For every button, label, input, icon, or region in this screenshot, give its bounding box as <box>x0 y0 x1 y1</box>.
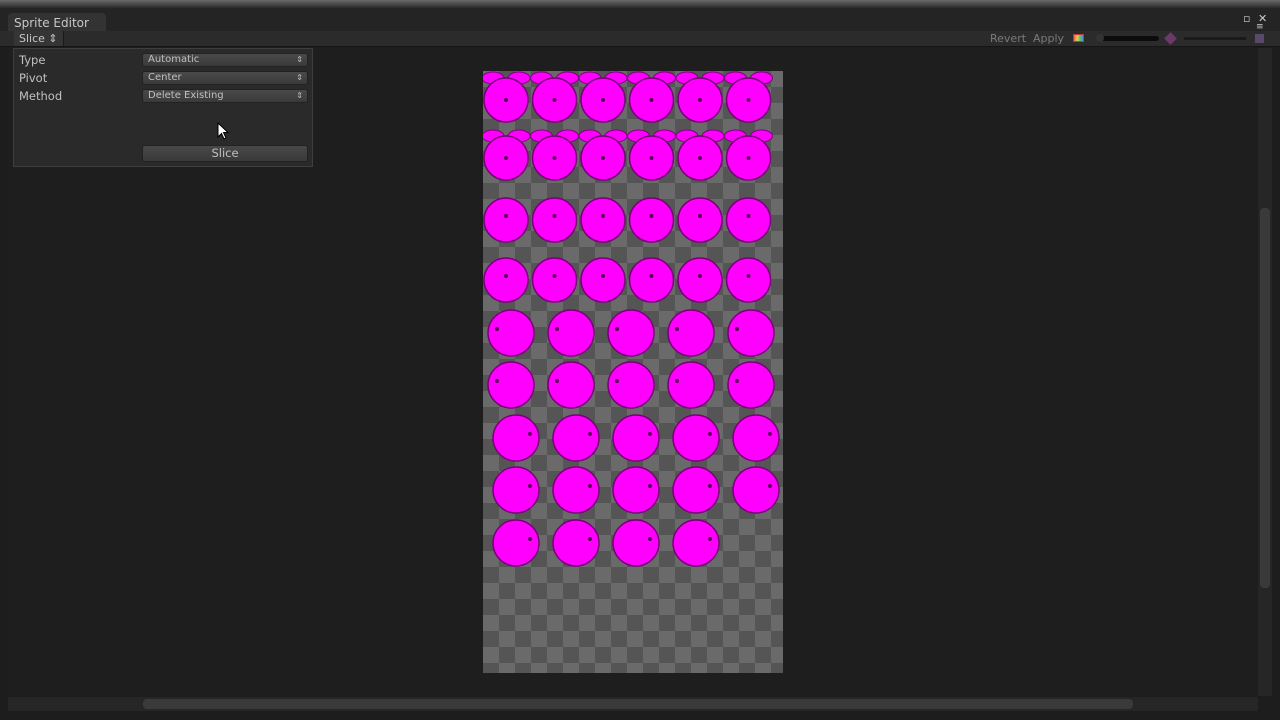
pig-sprite[interactable] <box>552 414 600 462</box>
slice-panel: Type Automatic ⇕ Pivot Center ⇕ Method Del… <box>13 48 313 167</box>
toolbar: Slice ⇕ Revert Apply <box>0 31 1280 47</box>
tab-sprite-editor[interactable]: Sprite Editor <box>8 13 106 33</box>
pig-sprite[interactable] <box>483 257 529 303</box>
apply-button[interactable]: Apply <box>1033 32 1064 45</box>
zoom-slider[interactable] <box>1096 34 1159 42</box>
type-label: Type <box>19 53 46 67</box>
horizontal-scrollbar[interactable] <box>8 697 1258 711</box>
color-channel-icon[interactable] <box>1073 34 1084 42</box>
pig-sprite[interactable] <box>672 414 720 462</box>
method-dropdown[interactable]: Delete Existing ⇕ <box>142 89 308 103</box>
pig-sprite[interactable] <box>612 414 660 462</box>
pig-sprite[interactable] <box>547 309 595 357</box>
pig-sprite[interactable] <box>675 71 725 123</box>
maximize-icon[interactable]: ▫ <box>1243 12 1250 25</box>
pig-sprite[interactable] <box>487 361 535 409</box>
pig-sprite[interactable] <box>580 197 626 243</box>
pig-sprite[interactable] <box>607 361 655 409</box>
pig-sprite[interactable] <box>732 466 780 514</box>
vertical-scrollbar[interactable] <box>1258 48 1272 696</box>
pig-sprite[interactable] <box>732 414 780 462</box>
pig-sprite[interactable] <box>531 257 578 303</box>
method-label: Method <box>19 89 63 103</box>
pig-sprite[interactable] <box>677 257 723 303</box>
vertical-scroll-thumb[interactable] <box>1260 208 1270 588</box>
pig-sprite[interactable] <box>530 129 579 181</box>
pig-sprite[interactable] <box>578 129 628 181</box>
pig-sprite[interactable] <box>727 309 775 357</box>
pig-sprite[interactable] <box>492 414 540 462</box>
pig-sprite[interactable] <box>727 361 775 409</box>
pig-sprite[interactable] <box>612 466 660 514</box>
method-value: Delete Existing <box>148 90 224 101</box>
mip-slider[interactable] <box>1184 37 1246 40</box>
pig-sprite[interactable] <box>675 129 725 181</box>
pig-sprite[interactable] <box>667 309 715 357</box>
updown-icon: ⇕ <box>296 91 303 100</box>
pig-sprite[interactable] <box>530 71 579 123</box>
alpha-icon[interactable] <box>1255 34 1264 43</box>
pig-sprite[interactable] <box>487 309 535 357</box>
pig-sprite[interactable] <box>492 519 540 567</box>
pig-sprite[interactable] <box>725 197 772 243</box>
pig-sprite[interactable] <box>607 309 655 357</box>
type-value: Automatic <box>148 54 200 65</box>
pig-sprite[interactable] <box>492 466 540 514</box>
type-dropdown[interactable]: Automatic ⇕ <box>142 53 308 67</box>
pig-sprite[interactable] <box>483 197 529 243</box>
pig-sprite[interactable] <box>612 519 660 567</box>
pig-sprite[interactable] <box>627 71 676 123</box>
pig-sprite[interactable] <box>724 71 773 123</box>
revert-button[interactable]: Revert <box>990 32 1026 45</box>
pivot-dropdown[interactable]: Center ⇕ <box>142 71 308 85</box>
pig-sprite[interactable] <box>481 71 531 123</box>
slice-button[interactable]: Slice <box>142 145 308 162</box>
pig-sprite[interactable] <box>667 361 715 409</box>
updown-icon: ⇕ <box>296 55 303 64</box>
title-bar: Sprite Editor ▫ ✕ ≡ <box>0 8 1280 33</box>
pig-sprite[interactable] <box>627 129 676 181</box>
pig-sprite[interactable] <box>531 197 578 243</box>
pivot-value: Center <box>148 72 182 83</box>
sprite-sheet[interactable] <box>481 71 783 673</box>
pivot-label: Pivot <box>19 71 48 85</box>
window-frame <box>0 0 1280 8</box>
pig-sprite[interactable] <box>481 129 531 181</box>
pig-sprite[interactable] <box>725 257 772 303</box>
pig-sprite[interactable] <box>578 71 628 123</box>
pig-sprite[interactable] <box>672 466 720 514</box>
pig-sprite[interactable] <box>628 257 675 303</box>
mouse-cursor-icon <box>217 122 230 140</box>
pig-sprite[interactable] <box>580 257 626 303</box>
mip-icon[interactable] <box>1164 32 1177 45</box>
horizontal-scroll-thumb[interactable] <box>143 699 1133 709</box>
pig-sprite[interactable] <box>672 519 720 567</box>
pig-sprite[interactable] <box>724 129 773 181</box>
slice-menu-button[interactable]: Slice ⇕ <box>14 31 64 46</box>
pig-sprite[interactable] <box>677 197 723 243</box>
pig-sprite[interactable] <box>552 519 600 567</box>
updown-icon: ⇕ <box>296 73 303 82</box>
pig-sprite[interactable] <box>547 361 595 409</box>
pig-sprite[interactable] <box>628 197 675 243</box>
pig-sprite[interactable] <box>552 466 600 514</box>
